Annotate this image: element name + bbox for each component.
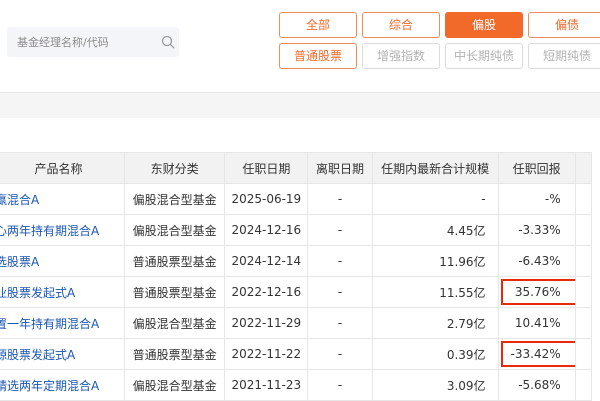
tenure-return: -33.42% <box>497 338 576 370</box>
end-date: - <box>307 245 373 277</box>
end-date: - <box>307 307 373 339</box>
fund-category: 普通股票型基金 <box>124 276 226 308</box>
table-row[interactable]: 优选股票A普通股票型基金2024-12-14-11.96亿-6.43% <box>0 245 593 277</box>
header-product-name[interactable]: 产品名称 <box>0 152 126 184</box>
filter-enhanced-index-button[interactable]: 增强指数 <box>362 43 440 69</box>
search-input[interactable] <box>7 27 147 57</box>
start-date: 2022-11-29 <box>224 307 309 339</box>
table-row[interactable]: 产业股票发起式A普通股票型基金2022-12-16-11.55亿35.76% <box>0 276 593 308</box>
tenure-return: -3.33% <box>497 214 576 246</box>
fund-scale: 11.55亿 <box>371 276 499 308</box>
start-date: 2025-06-19 <box>224 183 309 215</box>
start-date: 2022-11-22 <box>224 338 309 370</box>
fund-scale: 2.79亿 <box>371 307 499 339</box>
table-row[interactable]: 核心两年持有期混合A偏股混合型基金2024-12-16-4.45亿-3.33% <box>0 214 593 246</box>
tenure-return: -6.43% <box>497 245 576 277</box>
fund-category: 普通股票型基金 <box>124 245 226 277</box>
start-date: 2022-12-16 <box>224 276 309 308</box>
search-box[interactable] <box>7 27 179 57</box>
fund-scale: 11.96亿 <box>371 245 499 277</box>
header-return[interactable]: 任职回报 <box>497 152 576 184</box>
tenure-return: 35.76% <box>497 276 576 308</box>
header-scale[interactable]: 任期内最新合计规模 <box>371 152 499 184</box>
header-end-date[interactable]: 离职日期 <box>307 152 373 184</box>
end-date: - <box>307 214 373 246</box>
table-row[interactable]: 配置一年持有期混合A偏股混合型基金2022-11-29-2.79亿10.41% <box>0 307 593 339</box>
fund-scale: 3.09亿 <box>371 369 499 401</box>
fund-category: 偏股混合型基金 <box>124 307 226 339</box>
fund-name-link[interactable]: 优选股票A <box>0 245 126 277</box>
filter-bond-button[interactable]: 偏债 <box>528 12 600 38</box>
tenure-return: -5.68% <box>497 369 576 401</box>
fund-scale: 0.39亿 <box>371 338 499 370</box>
fund-name-link[interactable]: 核心两年持有期混合A <box>0 214 126 246</box>
table-row[interactable]: 共赢混合A偏股混合型基金2025-06-19---% <box>0 183 593 215</box>
end-date: - <box>307 276 373 308</box>
fund-name-link[interactable]: 配置一年持有期混合A <box>0 307 126 339</box>
fund-category: 偏股混合型基金 <box>124 369 226 401</box>
fund-scale: 4.45亿 <box>371 214 499 246</box>
end-date: - <box>307 183 373 215</box>
start-date: 2024-12-16 <box>224 214 309 246</box>
filter-short-bond-button[interactable]: 短期纯债 <box>528 43 600 69</box>
start-date: 2024-12-14 <box>224 245 309 277</box>
filter-common-stock-button[interactable]: 普通股票 <box>279 43 357 69</box>
header-category[interactable]: 东财分类 <box>124 152 226 184</box>
table-header-row: 产品名称 东财分类 任职日期 离职日期 任期内最新合计规模 任职回报 <box>0 152 593 184</box>
search-icon[interactable] <box>161 35 175 49</box>
table-row[interactable]: 所精选两年定期混合A偏股混合型基金2021-11-23-3.09亿-5.68% <box>0 369 593 401</box>
fund-name-link[interactable]: 共赢混合A <box>0 183 126 215</box>
header-start-date[interactable]: 任职日期 <box>224 152 309 184</box>
tenure-return: 10.41% <box>497 307 576 339</box>
fund-category: 偏股混合型基金 <box>124 183 226 215</box>
fund-name-link[interactable]: 产业股票发起式A <box>0 276 126 308</box>
tenure-return: -% <box>497 183 576 215</box>
fund-scale: - <box>371 183 499 215</box>
fund-history-table: 产品名称 东财分类 任职日期 离职日期 任期内最新合计规模 任职回报 共赢混合A… <box>0 152 593 401</box>
filter-mixed-button[interactable]: 综合 <box>362 12 440 38</box>
end-date: - <box>307 369 373 401</box>
fund-name-link[interactable]: 能源股票发起式A <box>0 338 126 370</box>
table-row[interactable]: 能源股票发起式A普通股票型基金2022-11-22-0.39亿-33.42% <box>0 338 593 370</box>
section-divider <box>0 92 600 119</box>
filter-panel: 全部 综合 偏股 偏债 普通股票 增强指数 中长期纯债 短期纯债 <box>0 0 600 92</box>
fund-name-link[interactable]: 所精选两年定期混合A <box>0 369 126 401</box>
filter-all-button[interactable]: 全部 <box>279 12 357 38</box>
fund-category: 普通股票型基金 <box>124 338 226 370</box>
end-date: - <box>307 338 373 370</box>
fund-category: 偏股混合型基金 <box>124 214 226 246</box>
filter-mid-long-bond-button[interactable]: 中长期纯债 <box>445 43 523 69</box>
start-date: 2021-11-23 <box>224 369 309 401</box>
filter-equity-button[interactable]: 偏股 <box>445 12 523 38</box>
